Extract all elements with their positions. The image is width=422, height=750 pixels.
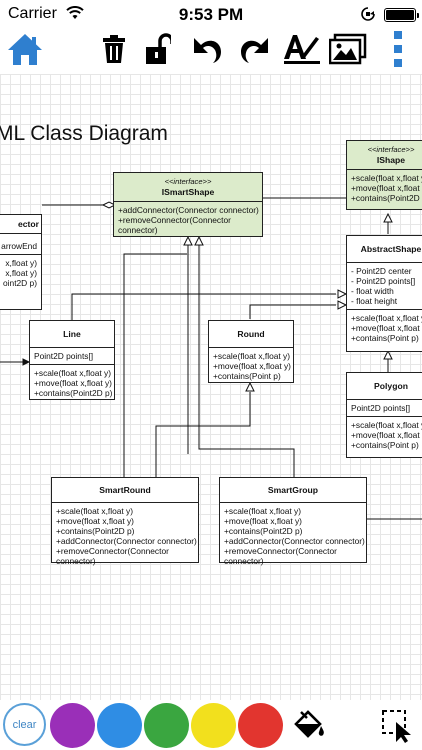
method-line: +move(float x,float y) bbox=[351, 323, 422, 333]
class-name: SmartRound bbox=[52, 478, 198, 503]
image-button[interactable] bbox=[328, 28, 368, 74]
method-line: +move(float x,float y) bbox=[34, 378, 112, 388]
method-line: +scale(float x,float y) bbox=[56, 506, 134, 516]
method-line: +move(float x,float y) bbox=[224, 516, 302, 526]
method-line: +contains(Point p) bbox=[213, 371, 281, 381]
stereotype-label: <<interface>> bbox=[367, 145, 415, 154]
undo-button[interactable] bbox=[190, 28, 224, 74]
class-name: AbstractShape bbox=[347, 236, 422, 263]
paint-bucket-icon bbox=[290, 710, 326, 748]
fill-tool-button[interactable] bbox=[290, 708, 326, 744]
method-line: +move(float x,float y) bbox=[351, 183, 422, 193]
color-swatch-yellow[interactable] bbox=[191, 703, 236, 748]
method-line: +addConnector(Connector connector) bbox=[118, 205, 259, 215]
class-box-smartround[interactable]: SmartRound +scale(float x,float y) +move… bbox=[51, 477, 199, 566]
undo-icon bbox=[191, 34, 223, 69]
unlock-button[interactable] bbox=[142, 28, 174, 74]
diagram-title: ML Class Diagram bbox=[0, 122, 168, 145]
class-name: Polygon bbox=[347, 373, 422, 400]
class-box-round[interactable]: Round +scale(float x,float y) +move(floa… bbox=[208, 320, 294, 383]
color-swatch-blue[interactable] bbox=[97, 703, 142, 748]
class-name: Line bbox=[30, 321, 114, 348]
home-icon bbox=[6, 32, 44, 71]
color-palette-bar: clear bbox=[0, 700, 422, 750]
method-line: +scale(float x,float y) bbox=[351, 313, 422, 323]
method-line: +move(float x,float y) bbox=[213, 361, 291, 371]
method-line: +contains(Point2D p) bbox=[224, 526, 303, 536]
class-name: SmartGroup bbox=[220, 478, 366, 503]
field-line: - Point2D center bbox=[351, 266, 412, 276]
class-box-ishape[interactable]: <<interface>> IShape +scale(float x,float… bbox=[346, 140, 422, 210]
method-line: +scale(float x,float y) bbox=[224, 506, 302, 516]
home-button[interactable] bbox=[4, 28, 46, 74]
class-name: Round bbox=[209, 321, 293, 348]
method-line: connector) bbox=[56, 556, 96, 566]
unlock-icon bbox=[145, 32, 174, 70]
method-line: +move(float x,float y) bbox=[351, 430, 422, 440]
method-line: +contains(Point2D p) bbox=[56, 526, 135, 536]
method-line: x,float y) bbox=[5, 268, 37, 278]
method-line: connector) bbox=[118, 225, 158, 235]
color-swatch-green[interactable] bbox=[144, 703, 189, 748]
color-swatch-purple[interactable] bbox=[50, 703, 95, 748]
field-line: Point2D points[] bbox=[351, 403, 411, 413]
stereotype-label: <<interface>> bbox=[164, 177, 212, 186]
class-box-line[interactable]: Line Point2D points[] +scale(float x,flo… bbox=[29, 320, 115, 400]
clear-button[interactable]: clear bbox=[3, 703, 46, 746]
toolbar bbox=[0, 28, 422, 74]
more-icon bbox=[393, 30, 403, 72]
method-line: +contains(Point p) bbox=[351, 440, 419, 450]
more-button[interactable] bbox=[388, 28, 408, 74]
text-tool-button[interactable] bbox=[282, 28, 322, 74]
select-tool-button[interactable] bbox=[380, 708, 416, 744]
trash-icon bbox=[101, 34, 127, 69]
class-box-polygon[interactable]: Polygon Point2D points[] +scale(float x,… bbox=[346, 372, 422, 458]
method-line: +removeConnector(Connector bbox=[118, 215, 231, 225]
class-box-connector[interactable]: ector arrowEnd x,float y) x,float y) oin… bbox=[0, 214, 42, 310]
drawing-canvas[interactable]: ML Class Diagram <<interface>> ISmartShap… bbox=[0, 74, 422, 700]
delete-button[interactable] bbox=[98, 28, 130, 74]
battery-icon bbox=[384, 8, 419, 22]
rotation-lock-icon bbox=[360, 6, 376, 27]
method-line: +removeConnector(Connector bbox=[56, 546, 169, 556]
method-line: +contains(Point2D p) bbox=[34, 388, 113, 398]
field-line: - float height bbox=[351, 296, 398, 306]
class-name: ector bbox=[0, 215, 41, 234]
method-line: +move(float x,float y) bbox=[56, 516, 134, 526]
method-line: x,float y) bbox=[5, 258, 37, 268]
method-line: +contains(Point2D p) bbox=[351, 193, 422, 203]
color-swatch-red[interactable] bbox=[238, 703, 283, 748]
method-line: +addConnector(Connector connector) bbox=[56, 536, 197, 546]
method-line: oint2D p) bbox=[3, 278, 37, 288]
method-line: +scale(float x,float y) bbox=[34, 368, 112, 378]
class-box-smartgroup[interactable]: SmartGroup +scale(float x,float y) +move… bbox=[219, 477, 367, 566]
method-line: connector) bbox=[224, 556, 264, 566]
class-box-ismartshape[interactable]: <<interface>> ISmartShape +addConnector(C… bbox=[113, 172, 263, 237]
method-line: +scale(float x,float y) bbox=[213, 351, 291, 361]
status-bar: Carrier 9:53 PM bbox=[0, 0, 422, 28]
method-line: +scale(float x,float y) bbox=[351, 173, 422, 183]
method-line: +contains(Point p) bbox=[351, 333, 419, 343]
select-cursor-icon bbox=[380, 710, 416, 748]
field-line: Point2D points[] bbox=[34, 351, 94, 361]
field-line: - float width bbox=[351, 286, 394, 296]
method-line: +removeConnector(Connector bbox=[224, 546, 337, 556]
method-line: +scale(float x,float y) bbox=[351, 420, 422, 430]
clock: 9:53 PM bbox=[178, 5, 244, 24]
class-name: IShape bbox=[376, 155, 406, 165]
image-icon bbox=[328, 33, 367, 70]
redo-button[interactable] bbox=[238, 28, 272, 74]
field-line: arrowEnd bbox=[1, 241, 37, 251]
class-box-abstractshape[interactable]: AbstractShape - Point2D center - Point2D… bbox=[346, 235, 422, 352]
text-pen-icon bbox=[283, 33, 321, 70]
class-name: ISmartShape bbox=[161, 187, 215, 197]
field-line: - Point2D points[] bbox=[351, 276, 416, 286]
redo-icon bbox=[239, 34, 271, 69]
method-line: +addConnector(Connector connector) bbox=[224, 536, 365, 546]
